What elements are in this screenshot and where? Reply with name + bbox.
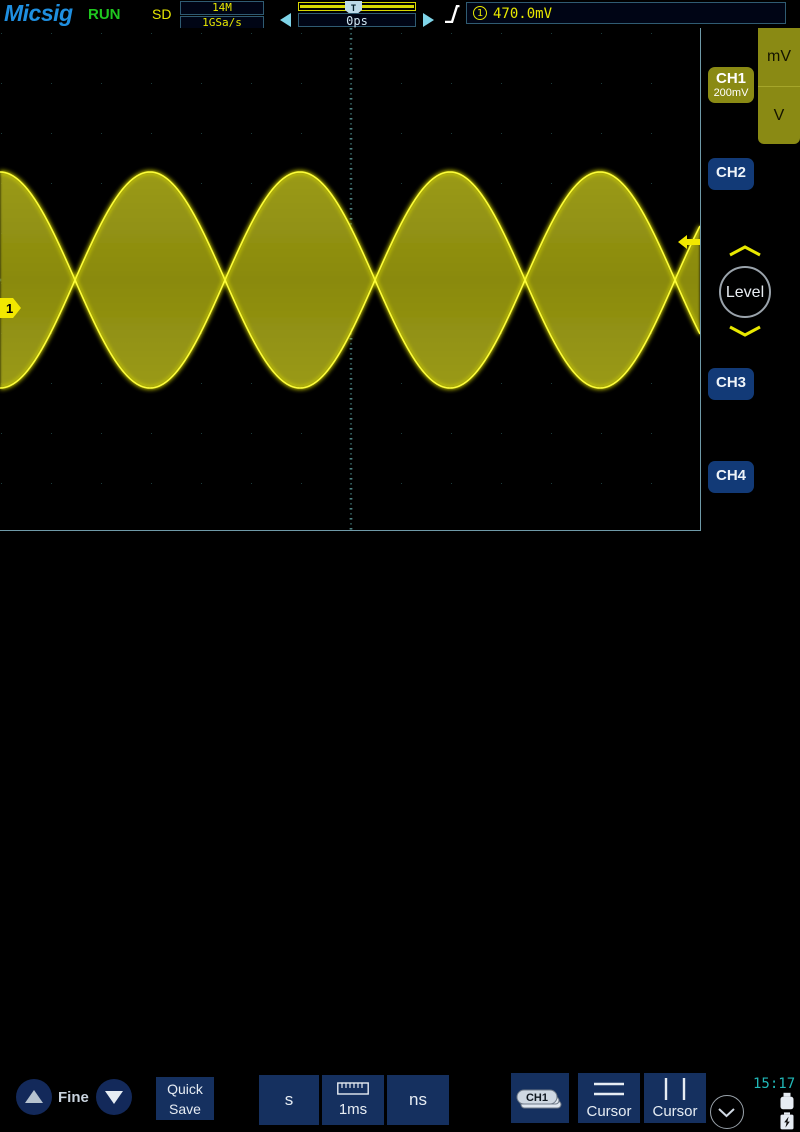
chevron-down-circle-icon [711, 1096, 742, 1127]
waveform-plot: 1 [0, 28, 700, 530]
channel-button-ch4[interactable]: CH4 [708, 461, 754, 493]
battery-charging-icon [779, 1112, 795, 1130]
oscilloscope-screen: Micsig RUN SD 14M 1GSa/s T 0ps 1 470.0mV [0, 0, 800, 600]
level-knob-label[interactable]: Level [719, 266, 771, 318]
top-status-bar: Micsig RUN SD 14M 1GSa/s T 0ps 1 470.0mV [0, 0, 800, 28]
channel-button-ch1-label: CH1 [708, 71, 754, 86]
trigger-level-value: 470.0mV [493, 5, 552, 23]
svg-text:1: 1 [6, 301, 13, 316]
fine-label: Fine [58, 1089, 89, 1106]
chevron-up-icon[interactable] [728, 244, 762, 258]
unit-selector-group: mV V [758, 28, 800, 144]
trigger-level-arrow-icon[interactable] [678, 233, 700, 251]
timebase-value-button[interactable]: 1ms [322, 1075, 384, 1125]
arrow-left-icon[interactable] [280, 13, 291, 27]
waveform-display-area[interactable]: 1 [0, 28, 701, 531]
channel-stack-label: CH1 [526, 1092, 548, 1104]
channel1-ground-marker[interactable]: 1 [0, 298, 22, 318]
vertical-cursor-icon [644, 1073, 706, 1103]
channel-button-ch1[interactable]: CH1 200mV [708, 67, 754, 103]
quick-save-button[interactable]: Quick Save [156, 1077, 214, 1120]
usb-drive-icon [779, 1092, 795, 1110]
timebase-nanoseconds-label: ns [387, 1075, 449, 1125]
vertical-cursor-label: Cursor [644, 1103, 706, 1120]
quick-save-line2: Save [156, 1099, 214, 1119]
channel-button-ch3[interactable]: CH3 [708, 368, 754, 400]
timebase-group: s 1ms ns [259, 1075, 449, 1125]
vertical-cursor-button[interactable]: Cursor [644, 1073, 706, 1123]
rising-edge-icon[interactable] [444, 5, 460, 23]
triangle-up-icon [16, 1079, 52, 1115]
timebase-nanoseconds-button[interactable]: ns [387, 1075, 449, 1125]
channel-button-ch3-label: CH3 [708, 375, 754, 390]
run-state-indicator[interactable]: RUN [88, 6, 121, 23]
ruler-icon [337, 1082, 369, 1096]
unit-button-mv[interactable]: mV [758, 28, 800, 86]
channel-button-ch2[interactable]: CH2 [708, 158, 754, 190]
fine-decrease-button[interactable] [96, 1079, 132, 1115]
timebase-seconds-button[interactable]: s [259, 1075, 319, 1125]
trigger-channel-badge: 1 [473, 6, 487, 20]
memory-depth-value[interactable]: 14M [180, 1, 264, 15]
channel-button-ch1-scale: 200mV [708, 87, 754, 99]
channel-button-ch4-label: CH4 [708, 468, 754, 483]
brand-logo: Micsig [4, 0, 73, 27]
unit-button-v[interactable]: V [758, 86, 800, 144]
trigger-level-display[interactable]: 1 470.0mV [466, 2, 786, 24]
horizontal-cursor-icon [578, 1073, 640, 1103]
sd-label: SD [152, 6, 171, 22]
chevron-down-icon[interactable] [728, 324, 762, 338]
channel-stack-button[interactable]: CH1 [511, 1073, 569, 1123]
channel-rail: CH1 200mV mV V CH2 Level CH3 CH4 [701, 28, 800, 531]
horizontal-position-group: T 0ps [276, 1, 438, 27]
trigger-level-control[interactable]: Level [710, 244, 790, 340]
horizontal-cursor-label: Cursor [578, 1103, 640, 1120]
fine-increase-button[interactable] [16, 1079, 52, 1115]
channel1-trace [0, 28, 700, 530]
quick-save-line1: Quick [156, 1079, 214, 1099]
memory-info-group[interactable]: 14M 1GSa/s [180, 1, 264, 30]
channel-button-ch2-label: CH2 [708, 165, 754, 180]
timebase-value-label: 1ms [322, 1101, 384, 1118]
bottom-toolbar: Fine Quick Save s [0, 531, 800, 600]
more-options-button[interactable] [710, 1095, 744, 1129]
channel-stack-icon: CH1 [511, 1073, 569, 1123]
horizontal-position-value[interactable]: 0ps [298, 13, 416, 27]
timebase-seconds-label: s [259, 1075, 319, 1125]
arrow-right-icon[interactable] [423, 13, 434, 27]
triangle-down-icon [96, 1079, 132, 1115]
horizontal-cursor-button[interactable]: Cursor [578, 1073, 640, 1123]
clock-label: 15:17 [753, 1076, 795, 1092]
